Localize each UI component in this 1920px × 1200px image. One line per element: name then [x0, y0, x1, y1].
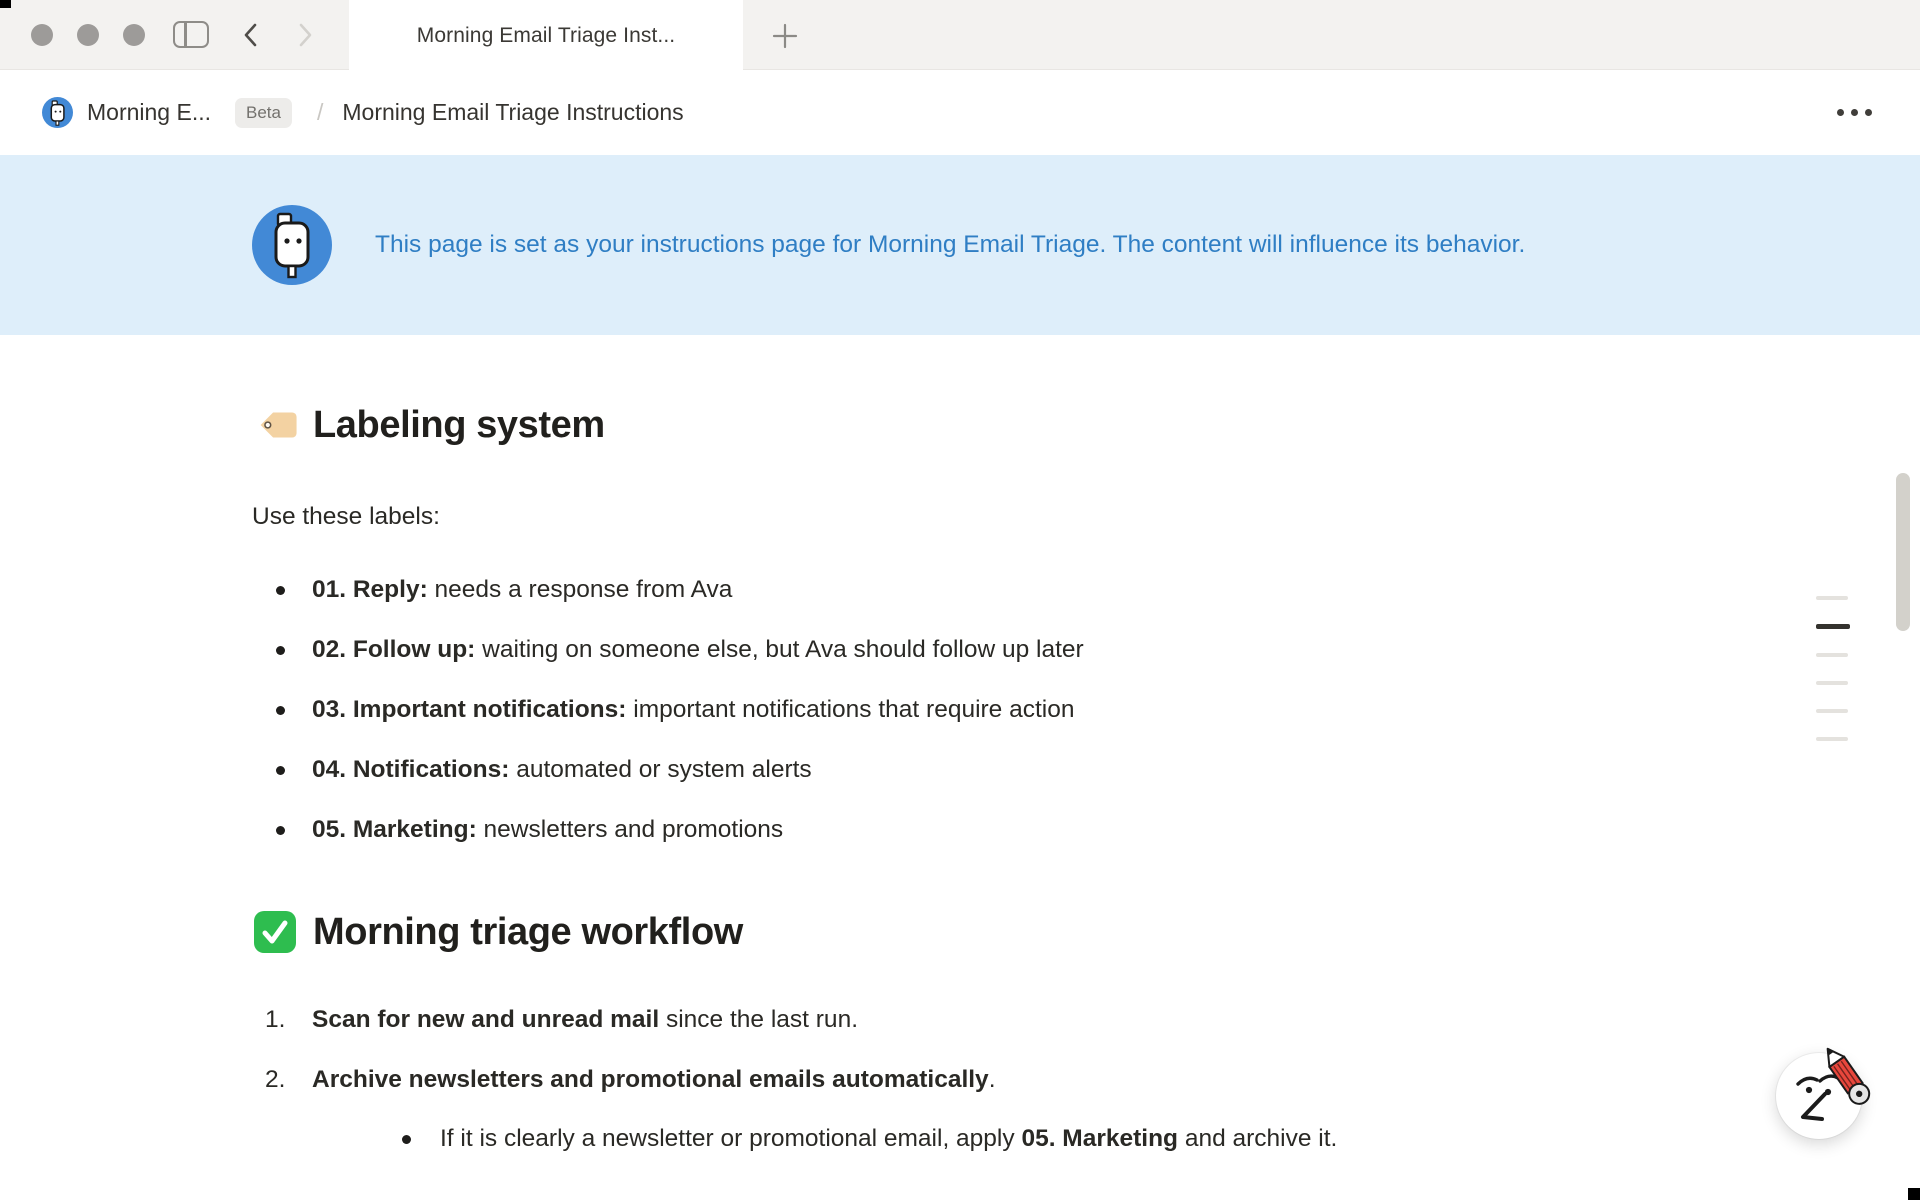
- label-desc: waiting on someone else, but Ava should …: [475, 636, 1083, 663]
- labels-list: 01. Reply: needs a response from Ava 02.…: [252, 573, 1700, 847]
- ellipsis-icon: [1837, 109, 1844, 116]
- screen-corner-artifact: [0, 0, 11, 8]
- check-mark-emoji-icon: [252, 909, 298, 955]
- breadcrumb-workspace[interactable]: Morning E...: [87, 99, 211, 126]
- breadcrumb-page-title[interactable]: Morning Email Triage Instructions: [342, 99, 683, 126]
- beta-badge: Beta: [235, 98, 292, 128]
- outline-line[interactable]: [1816, 737, 1848, 741]
- tab-title: Morning Email Triage Inst...: [417, 24, 675, 48]
- sidebar-toggle-icon[interactable]: [173, 21, 209, 48]
- label-desc: important notifications that require act…: [626, 696, 1074, 723]
- outline-line-active[interactable]: [1816, 624, 1850, 629]
- list-item: 01. Reply: needs a response from Ava: [252, 573, 1700, 607]
- label-desc: needs a response from Ava: [428, 576, 733, 603]
- outline-line[interactable]: [1816, 709, 1848, 713]
- section-title: Labeling system: [313, 400, 605, 450]
- new-tab-button[interactable]: [770, 21, 800, 51]
- label-desc: newsletters and promotions: [477, 816, 783, 843]
- edit-doodle-button[interactable]: [1776, 1053, 1862, 1139]
- page-content: Labeling system Use these labels: 01. Re…: [0, 400, 1700, 1156]
- list-item: 03. Important notifications: important n…: [252, 693, 1700, 727]
- forward-button[interactable]: [291, 20, 321, 50]
- labels-intro: Use these labels:: [252, 500, 1700, 534]
- list-item: 02. Follow up: waiting on someone else, …: [252, 633, 1700, 667]
- list-item: If it is clearly a newsletter or promoti…: [312, 1122, 1700, 1156]
- scrollbar-thumb[interactable]: [1896, 473, 1910, 631]
- item-number: 2.: [265, 1063, 285, 1097]
- list-item: 04. Notifications: automated or system a…: [252, 753, 1700, 787]
- forward-chevron-icon: [297, 22, 315, 48]
- instructions-callout: This page is set as your instructions pa…: [0, 155, 1920, 335]
- numbered-item: 1.Scan for new and unread mail since the…: [252, 1003, 1700, 1037]
- label-tag-emoji-icon: [252, 402, 298, 448]
- list-item: 05. Marketing: newsletters and promotion…: [252, 813, 1700, 847]
- maximize-window-button[interactable]: [123, 24, 145, 46]
- outline-line[interactable]: [1816, 681, 1848, 685]
- numbered-item: 2.Archive newsletters and promotional em…: [252, 1063, 1700, 1156]
- label-name: 03. Important notifications:: [312, 696, 626, 723]
- workspace-mailbox-icon[interactable]: [42, 97, 73, 128]
- screen-corner-artifact: [1908, 1188, 1920, 1200]
- section-heading-labeling: Labeling system: [252, 400, 1700, 450]
- section-heading-workflow: Morning triage workflow: [252, 907, 1700, 957]
- close-window-button[interactable]: [31, 24, 53, 46]
- plus-icon: [771, 22, 799, 50]
- label-name: 04. Notifications:: [312, 756, 509, 783]
- outline-line[interactable]: [1816, 596, 1848, 600]
- item-number: 1.: [265, 1003, 285, 1037]
- minimize-window-button[interactable]: [77, 24, 99, 46]
- sub-bullet-list: If it is clearly a newsletter or promoti…: [312, 1122, 1700, 1156]
- more-options-button[interactable]: [1831, 103, 1878, 122]
- back-chevron-icon: [241, 22, 259, 48]
- label-name: 02. Follow up:: [312, 636, 475, 663]
- section-title: Morning triage workflow: [313, 907, 743, 957]
- callout-text: This page is set as your instructions pa…: [375, 225, 1525, 265]
- label-desc: automated or system alerts: [509, 756, 811, 783]
- workflow-steps-list: 1.Scan for new and unread mail since the…: [252, 1003, 1700, 1156]
- outline-indicator: [1816, 596, 1850, 741]
- back-button[interactable]: [235, 20, 265, 50]
- mailbox-robot-icon: [252, 205, 332, 285]
- breadcrumb: Morning E... Beta / Morning Email Triage…: [0, 70, 1920, 155]
- window-titlebar: Morning Email Triage Inst...: [0, 0, 1920, 70]
- window-controls: [31, 24, 145, 46]
- browser-tab[interactable]: Morning Email Triage Inst...: [349, 0, 743, 71]
- outline-line[interactable]: [1816, 653, 1848, 657]
- breadcrumb-separator: /: [317, 99, 323, 126]
- label-name: 01. Reply:: [312, 576, 428, 603]
- label-name: 05. Marketing:: [312, 816, 477, 843]
